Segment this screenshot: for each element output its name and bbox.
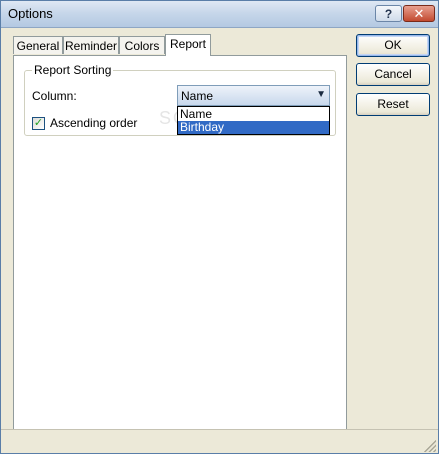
ascending-order-checkbox[interactable]: ✓ bbox=[32, 117, 45, 130]
column-label: Column: bbox=[32, 89, 77, 103]
tab-report[interactable]: Report bbox=[165, 34, 211, 56]
tab-reminder[interactable]: Reminder bbox=[63, 36, 119, 54]
tab-colors[interactable]: Colors bbox=[119, 36, 165, 54]
column-dropdown-value: Name bbox=[181, 89, 214, 103]
dropdown-option-birthday[interactable]: Birthday bbox=[178, 121, 329, 134]
checkmark-icon: ✓ bbox=[33, 117, 44, 129]
help-icon: ? bbox=[384, 6, 393, 21]
report-sorting-group: Report Sorting Column: Name ▼ Name Birth… bbox=[24, 63, 336, 136]
column-dropdown[interactable]: Name ▼ bbox=[177, 85, 330, 106]
report-tab-page: SOFTPEDIA Report Sorting Column: Name ▼ … bbox=[13, 55, 347, 451]
ok-button[interactable]: OK bbox=[356, 34, 430, 57]
ascending-order-label[interactable]: Ascending order bbox=[50, 116, 137, 130]
window-title: Options bbox=[8, 6, 53, 21]
status-bar bbox=[1, 429, 438, 453]
reset-button[interactable]: Reset bbox=[356, 93, 430, 116]
close-button[interactable]: ✕ bbox=[403, 5, 435, 22]
title-bar[interactable]: Options ? ✕ bbox=[1, 1, 438, 28]
chevron-down-icon[interactable]: ▼ bbox=[316, 89, 326, 100]
tab-general[interactable]: General bbox=[13, 36, 63, 54]
close-icon: ✕ bbox=[413, 5, 425, 21]
cancel-button[interactable]: Cancel bbox=[356, 63, 430, 86]
resize-grip-icon[interactable] bbox=[424, 440, 436, 452]
help-button[interactable]: ? bbox=[375, 5, 402, 22]
group-title: Report Sorting bbox=[32, 63, 114, 77]
column-dropdown-list: Name Birthday bbox=[177, 106, 330, 135]
dialog-client-area: General Reminder Colors Report SOFTPEDIA… bbox=[1, 28, 438, 453]
options-window: Options ? ✕ General Reminder Colors Repo… bbox=[0, 0, 439, 454]
